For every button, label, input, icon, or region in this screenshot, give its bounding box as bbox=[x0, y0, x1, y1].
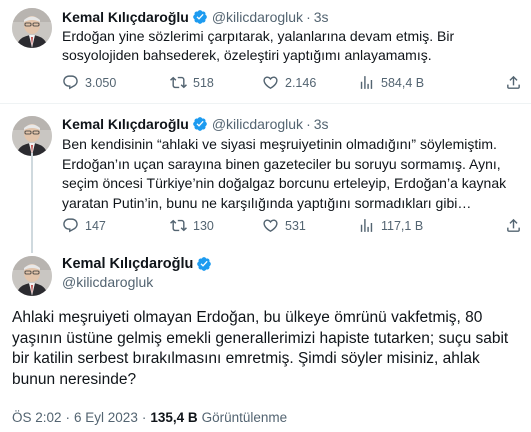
tweet-1[interactable]: Kemal Kılıçdaroğlu @kilicdarogluk · 3s E… bbox=[0, 0, 531, 104]
reply-count: 147 bbox=[85, 218, 106, 233]
reply-button[interactable]: 147 bbox=[62, 217, 170, 234]
retweet-button[interactable]: 130 bbox=[170, 217, 262, 234]
tweet-text-line: yaşının üstüne gelmiş emekli generalleri… bbox=[12, 329, 509, 347]
share-button[interactable] bbox=[505, 217, 522, 234]
like-icon bbox=[263, 76, 278, 89]
retweet-icon bbox=[170, 76, 187, 89]
views-count[interactable]: 135,4 B bbox=[150, 410, 197, 425]
reply-icon bbox=[63, 218, 78, 233]
reply-button[interactable]: 3.050 bbox=[62, 74, 170, 91]
retweet-button[interactable]: 518 bbox=[170, 74, 262, 91]
tweet-text-line: bir katilin serbest bırakılmasını emretm… bbox=[12, 350, 480, 367]
views-count: 117,1 B bbox=[381, 218, 424, 233]
main-tweet-text: Ahlaki meşruiyeti olmayan Erdoğan, bu ül… bbox=[12, 308, 508, 390]
reply-icon bbox=[63, 75, 78, 90]
separator-dot: · bbox=[306, 9, 311, 25]
reply-count: 3.050 bbox=[85, 75, 117, 90]
verified-badge-icon bbox=[192, 9, 208, 25]
views-icon bbox=[360, 76, 373, 89]
tweet-text-line: Ben kendisinin “ahlaki ve siyasi meşruiy… bbox=[62, 136, 497, 152]
share-icon bbox=[507, 75, 520, 89]
tweet-text: Erdoğan yine sözlerimi çarpıtarak, yalan… bbox=[62, 27, 454, 65]
verified-badge-icon bbox=[196, 256, 212, 272]
main-tweet-header: Kemal Kılıçdaroğlu @kilicdarogluk bbox=[62, 256, 212, 290]
avatar[interactable] bbox=[12, 116, 52, 156]
views-button[interactable]: 117,1 B bbox=[358, 217, 462, 234]
tweet-time[interactable]: 3s bbox=[314, 116, 329, 132]
views-count: 584,4 B bbox=[381, 75, 425, 90]
thread-connector-line bbox=[31, 153, 33, 253]
like-count: 2.146 bbox=[285, 75, 317, 90]
views-label: Görüntülenme bbox=[201, 410, 288, 425]
author-name[interactable]: Kemal Kılıçdaroğlu bbox=[62, 256, 193, 272]
share-button[interactable] bbox=[505, 74, 522, 91]
tweet-text-line: Erdoğan’ın uçan sarayına binen gazetecil… bbox=[62, 155, 501, 172]
tweet-text: Ben kendisinin “ahlaki ve siyasi meşruiy… bbox=[62, 135, 506, 213]
post-date[interactable]: 6 Eyl 2023 bbox=[74, 410, 138, 425]
like-count: 531 bbox=[285, 218, 306, 233]
retweet-count: 130 bbox=[193, 218, 214, 233]
tweet-text-line: Ahlaki meşruiyeti olmayan Erdoğan, bu ül… bbox=[12, 309, 483, 326]
tweet-header: Kemal Kılıçdaroğlu @kilicdarogluk · 3s bbox=[62, 115, 329, 133]
like-button[interactable]: 531 bbox=[262, 217, 358, 234]
tweet-actions: 3.050 518 2.146 584,4 B bbox=[62, 74, 522, 91]
main-tweet-meta: ÖS 2:02 · 6 Eyl 2023 · 135,4 B Görüntüle… bbox=[12, 410, 288, 425]
views-icon bbox=[360, 219, 373, 232]
separator-dot: · bbox=[306, 116, 311, 132]
avatar[interactable] bbox=[12, 8, 52, 48]
tweet-text-line: sosyolojiden bahsederek, özeleştiri yapt… bbox=[62, 47, 432, 63]
retweet-count: 518 bbox=[193, 75, 214, 90]
author-name[interactable]: Kemal Kılıçdaroğlu bbox=[62, 116, 189, 132]
author-name[interactable]: Kemal Kılıçdaroğlu bbox=[62, 9, 189, 25]
tweet-text-line: bunun neresinde? bbox=[12, 370, 137, 388]
like-button[interactable]: 2.146 bbox=[262, 74, 358, 91]
retweet-icon bbox=[170, 219, 187, 232]
post-time[interactable]: ÖS 2:02 bbox=[12, 410, 62, 425]
tweet-text-line: Erdoğan yine sözlerimi çarpıtarak, yalan… bbox=[62, 28, 455, 44]
verified-badge-icon bbox=[192, 116, 208, 132]
author-handle[interactable]: @kilicdarogluk bbox=[212, 116, 303, 132]
tweet-header: Kemal Kılıçdaroğlu @kilicdarogluk · 3s bbox=[62, 8, 329, 26]
author-handle[interactable]: @kilicdarogluk bbox=[212, 9, 303, 25]
avatar[interactable] bbox=[12, 256, 52, 296]
tweet-text-line: seçim öncesi Türkiye’nin doğalgaz borcun… bbox=[62, 175, 507, 191]
like-icon bbox=[263, 219, 278, 232]
tweet-actions: 147 130 531 117,1 B bbox=[62, 217, 522, 234]
author-handle[interactable]: @kilicdarogluk bbox=[62, 274, 212, 290]
views-button[interactable]: 584,4 B bbox=[358, 74, 462, 91]
share-icon bbox=[507, 218, 520, 232]
tweet-2[interactable]: Kemal Kılıçdaroğlu @kilicdarogluk · 3s B… bbox=[0, 104, 531, 240]
tweet-time[interactable]: 3s bbox=[314, 9, 329, 25]
tweet-text-line: yaratan Putin’in, bunu ne karşılığında y… bbox=[62, 194, 472, 211]
main-tweet: Kemal Kılıçdaroğlu @kilicdarogluk Ahlaki… bbox=[0, 240, 531, 432]
